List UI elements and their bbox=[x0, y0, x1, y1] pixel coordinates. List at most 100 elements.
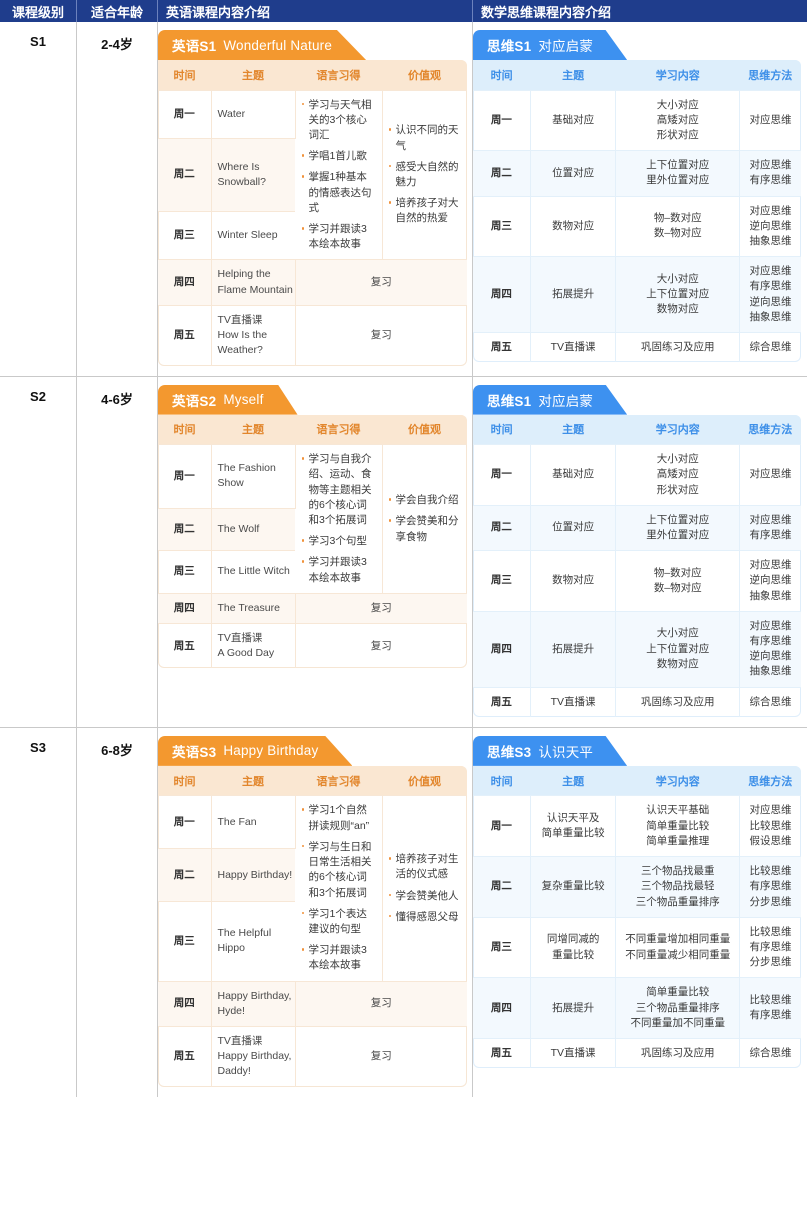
text-line: 里外位置对应 bbox=[646, 174, 710, 187]
text-line: TV直播课 bbox=[550, 695, 596, 708]
text-line: 不同重量加不同重量 bbox=[630, 1016, 725, 1029]
cell-topic: TV直播课 bbox=[530, 686, 617, 717]
bullet-item: 学习与自我介绍、运动、食物等主题相关的6个核心词和3个拓展词 bbox=[301, 452, 376, 528]
column-header: 学习内容 bbox=[615, 414, 740, 445]
bullet-item: 培养孩子对大自然的热爱 bbox=[388, 196, 462, 226]
text-lines: 对应思维 有序思维 逆向思维 抽象思维 bbox=[746, 264, 795, 325]
cell-suitable-age: 2-4岁 bbox=[77, 22, 158, 376]
table-row: 周四 拓展提升 大小对应 上下位置对应 数物对应 对应思维 有序思维 逆向思维 抽象思维 bbox=[473, 256, 801, 333]
english-course-tab[interactable]: 英语S2 Myself bbox=[158, 384, 298, 415]
text-line: 形状对应 bbox=[656, 483, 699, 496]
table-row: 周三 同增同减的 重量比较 不同重量增加相同重量 不同重量减少相同重量 比较思维 有序思维分… bbox=[473, 916, 801, 978]
cell-topic: 基础对应 bbox=[530, 89, 617, 151]
text-line: 数–物对应 bbox=[653, 581, 702, 594]
text-line: Happy Birthday! bbox=[217, 868, 293, 881]
text-line: The Wolf bbox=[217, 523, 260, 535]
text-line: A Good Day bbox=[217, 647, 275, 660]
text-line: 逆向思维 bbox=[749, 295, 792, 308]
cell-thinking-method: 对应思维 bbox=[739, 89, 801, 151]
text-lines: 认识天平及 简单重量比较 bbox=[537, 811, 610, 841]
cell-thinking-method: 综合思维 bbox=[739, 1038, 801, 1069]
cell-day: 周四 bbox=[473, 256, 531, 333]
text-lines: Happy Birthday! bbox=[217, 868, 293, 883]
math-course-tab[interactable]: 思维S3 认识天平 bbox=[473, 735, 628, 766]
text-line: 逆向思维 bbox=[749, 219, 792, 232]
table-row: 周四 Helping the Flame Mountain 复习 bbox=[158, 259, 467, 306]
cell-thinking-method: 对应思维 逆向思维 抽象思维 bbox=[739, 550, 801, 612]
math-course-tab[interactable]: 思维S1 对应启蒙 bbox=[473, 384, 628, 415]
text-lines: 简单重量比较 三个物品重量排序 不同重量加不同重量 bbox=[622, 985, 733, 1031]
text-line: Hippo bbox=[217, 942, 245, 955]
bullet-list: 学会自我介绍 学会赞美和分享食物 bbox=[388, 493, 462, 545]
column-header: 学习内容 bbox=[615, 60, 740, 90]
cell-topic: 拓展提升 bbox=[530, 610, 617, 688]
column-header: 时间 bbox=[158, 765, 211, 796]
text-lines: 巩固练习及应用 bbox=[622, 695, 733, 710]
english-tab-number: 英语S1 bbox=[172, 39, 217, 54]
text-lines: Helping the Flame Mountain bbox=[218, 267, 293, 297]
text-lines: 对应思维 有序思维 bbox=[746, 513, 795, 543]
cell-english-section: 英语S1 Wonderful Nature 时间 主题 语言习得 价值观 周一 Water 学习… bbox=[158, 22, 473, 376]
text-lines: 基础对应 bbox=[537, 467, 610, 482]
table-row: 周三 数物对应 物–数对应 数–物对应 对应思维 逆向思维 抽象思维 bbox=[473, 195, 801, 257]
table-header-row: 时间 主题 学习内容 思维方法 bbox=[473, 60, 801, 90]
text-line: Winter Sleep bbox=[217, 229, 278, 242]
text-lines: The Little Witch bbox=[218, 564, 290, 579]
text-line: 比较思维 bbox=[749, 819, 792, 832]
cell-day: 周三 bbox=[158, 210, 212, 260]
math-course-tab[interactable]: 思维S1 对应启蒙 bbox=[473, 30, 628, 60]
bullet-item: 感受大自然的魅力 bbox=[388, 160, 462, 190]
column-header: 主题 bbox=[211, 414, 295, 445]
column-header: 价值观 bbox=[382, 765, 467, 796]
math-schedule-table: 时间 主题 学习内容 思维方法 周一 基础对应 大小对应 高矮对应 形状对应 对应思维 周二 位置对应… bbox=[473, 60, 801, 363]
text-line: Happy Birthday, bbox=[217, 1050, 292, 1063]
cell-day: 周一 bbox=[158, 444, 212, 509]
math-course-card: 思维S1 对应启蒙 时间 主题 学习内容 思维方法 周一 基础对应 大小对应 高矮对应 形状对应 对应… bbox=[473, 30, 801, 363]
cell-topic: Happy Birthday, Hyde! bbox=[211, 980, 296, 1027]
column-header: 主题 bbox=[211, 765, 295, 796]
text-lines: The Treasure bbox=[218, 601, 289, 616]
cell-learning-content: 大小对应 高矮对应 形状对应 bbox=[615, 444, 741, 506]
table-row: 周五 TV直播课 巩固练习及应用 综合思维 bbox=[473, 1038, 801, 1069]
cell-values: 认识不同的天气 感受大自然的魅力 培养孩子对大自然的热爱 bbox=[382, 89, 467, 260]
text-line: 重量比较 bbox=[552, 948, 595, 961]
text-line: 三个物品找最轻 bbox=[640, 880, 715, 893]
text-lines: 对应思维 有序思维 逆向思维 抽象思维 bbox=[746, 619, 795, 680]
cell-review: 复习 bbox=[295, 304, 467, 366]
bullet-item: 学习3个句型 bbox=[301, 534, 376, 549]
text-line: 简单重量比较 bbox=[646, 819, 710, 832]
bullet-item: 学习并跟读3本绘本故事 bbox=[301, 555, 376, 585]
math-tab-wrap: 思维S1 对应启蒙 bbox=[473, 30, 801, 60]
header-math-course: 数学思维课程内容介绍 bbox=[481, 4, 612, 20]
cell-learning-content: 上下位置对应 里外位置对应 bbox=[615, 504, 741, 551]
text-lines: 物–数对应 数–物对应 bbox=[622, 566, 733, 596]
table-header-band: 课程级别 适合年龄 英语课程内容介绍 数学思维课程内容介绍 bbox=[0, 0, 807, 22]
cell-topic: 数物对应 bbox=[530, 195, 617, 257]
cell-math-section: 思维S1 对应启蒙 时间 主题 学习内容 思维方法 周一 基础对应 大小对应 高矮对应 形状对应 对应… bbox=[473, 376, 807, 727]
english-tab-title: Wonderful Nature bbox=[223, 37, 333, 53]
english-course-tab[interactable]: 英语S1 Wonderful Nature bbox=[158, 30, 367, 60]
text-line: 对应思维 bbox=[749, 513, 792, 526]
column-header: 时间 bbox=[473, 765, 531, 796]
text-line: 三个物品找最重 bbox=[640, 865, 715, 878]
english-course-tab[interactable]: 英语S3 Happy Birthday bbox=[158, 735, 353, 766]
text-lines: 同增同减的 重量比较 bbox=[537, 932, 610, 962]
table-row: 周四 Happy Birthday, Hyde! 复习 bbox=[158, 980, 467, 1027]
cell-thinking-method: 对应思维 有序思维 逆向思维 抽象思维 bbox=[739, 256, 801, 333]
text-line: 巩固练习及应用 bbox=[640, 341, 715, 354]
text-lines: 基础对应 bbox=[537, 113, 610, 128]
level-row: S3 6-8岁 英语S3 Happy Birthday 时间 主题 语言习得 价值观 周一 The… bbox=[0, 727, 807, 1097]
cell-language-acquisition: 学习1个自然拼读规则“an” 学习与生日和日常生活相关的6个核心词和3个拓展词 学习… bbox=[295, 795, 383, 982]
text-lines: 对应思维 逆向思维 抽象思维 bbox=[746, 558, 795, 604]
cell-day: 周一 bbox=[473, 89, 531, 151]
bullet-item: 学习并跟读3本绘本故事 bbox=[301, 943, 376, 973]
table-header-row: 时间 主题 语言习得 价值观 bbox=[158, 60, 467, 90]
text-line: 比较思维 bbox=[749, 865, 792, 878]
cell-day: 周一 bbox=[473, 444, 531, 506]
text-line: Weather? bbox=[217, 344, 263, 357]
bullet-item: 学习与生日和日常生活相关的6个核心词和3个拓展词 bbox=[301, 840, 376, 901]
column-header: 时间 bbox=[473, 414, 531, 445]
table-row: 周二 位置对应 上下位置对应 里外位置对应 对应思维 有序思维 bbox=[473, 504, 801, 551]
text-lines: 对应思维 比较思维 假设思维 bbox=[746, 803, 795, 849]
cell-topic: The Treasure bbox=[211, 592, 296, 624]
